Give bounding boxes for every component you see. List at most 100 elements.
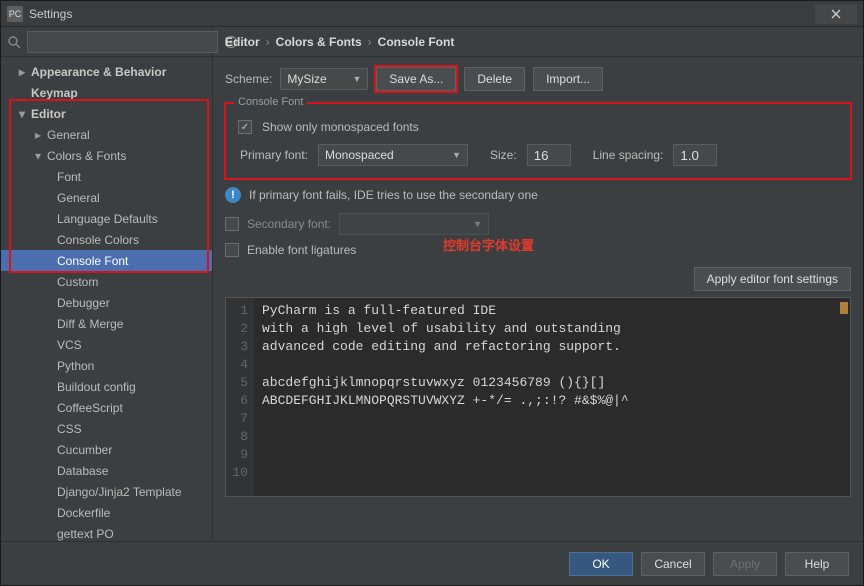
info-icon: ! <box>225 187 241 203</box>
search-row <box>1 27 212 57</box>
sidebar-item-label: Database <box>57 464 108 478</box>
sidebar-item-console-font[interactable]: Console Font <box>1 250 212 271</box>
breadcrumb-colors-fonts[interactable]: Colors & Fonts <box>276 35 362 49</box>
ligatures-checkbox[interactable] <box>225 243 239 257</box>
sidebar-item-editor[interactable]: ▾Editor <box>1 103 212 124</box>
delete-button[interactable]: Delete <box>464 67 525 91</box>
line-number: 1 <box>226 302 248 320</box>
line-number: 6 <box>226 392 248 410</box>
sidebar-item-label: Colors & Fonts <box>47 149 126 163</box>
save-as-button[interactable]: Save As... <box>376 67 456 91</box>
apply-button[interactable]: Apply <box>713 552 777 576</box>
info-row: ! If primary font fails, IDE tries to us… <box>213 187 863 211</box>
sidebar-item-label: Editor <box>31 107 66 121</box>
console-font-group: Console Font ✓ Show only monospaced font… <box>225 103 851 179</box>
show-monospaced-checkbox[interactable]: ✓ <box>238 120 252 134</box>
secondary-font-select[interactable]: ▼ <box>339 213 489 235</box>
scheme-value: MySize <box>287 72 326 86</box>
sidebar-item-colors-fonts[interactable]: ▾Colors & Fonts <box>1 145 212 166</box>
secondary-font-checkbox[interactable] <box>225 217 239 231</box>
sidebar-item-css[interactable]: CSS <box>1 418 212 439</box>
show-monospaced-label: Show only monospaced fonts <box>262 120 419 134</box>
ligatures-label: Enable font ligatures <box>247 243 356 257</box>
sidebar-item-label: Appearance & Behavior <box>31 65 166 79</box>
chevron-down-icon: ▾ <box>35 149 45 163</box>
sidebar-item-general2[interactable]: General <box>1 187 212 208</box>
preview-line: with a high level of usability and outst… <box>262 321 621 336</box>
size-input[interactable] <box>527 144 571 166</box>
sidebar-item-dockerfile[interactable]: Dockerfile <box>1 502 212 523</box>
sidebar-item-label: Dockerfile <box>57 506 110 520</box>
line-spacing-label: Line spacing: <box>593 148 664 162</box>
line-spacing-input[interactable] <box>673 144 717 166</box>
preview-gutter: 1 2 3 4 5 6 7 8 9 10 <box>226 298 254 496</box>
ok-button[interactable]: OK <box>569 552 633 576</box>
preview-line: advanced code editing and refactoring su… <box>262 339 621 354</box>
settings-tree[interactable]: ▸Appearance & Behavior Keymap ▾Editor ▸G… <box>1 57 212 541</box>
apply-editor-font-button[interactable]: Apply editor font settings <box>694 267 851 291</box>
chevron-down-icon: ▼ <box>473 219 482 229</box>
sidebar-item-python[interactable]: Python <box>1 355 212 376</box>
sidebar-item-label: Console Colors <box>57 233 139 247</box>
dialog-footer: OK Cancel Apply Help <box>1 541 863 585</box>
ligatures-row: Enable font ligatures <box>213 241 863 263</box>
sidebar-item-buildout[interactable]: Buildout config <box>1 376 212 397</box>
chevron-right-icon: › <box>266 35 270 49</box>
sidebar-item-label: General <box>47 128 90 142</box>
line-number: 2 <box>226 320 248 338</box>
chevron-down-icon: ▾ <box>19 107 29 121</box>
help-button[interactable]: Help <box>785 552 849 576</box>
breadcrumb-console-font: Console Font <box>378 35 455 49</box>
primary-font-select[interactable]: Monospaced ▼ <box>318 144 468 166</box>
sidebar-item-custom[interactable]: Custom <box>1 271 212 292</box>
sidebar: ▸Appearance & Behavior Keymap ▾Editor ▸G… <box>1 27 213 541</box>
window-close-button[interactable] <box>815 4 857 24</box>
scheme-select[interactable]: MySize ▼ <box>280 68 368 90</box>
error-stripe-marker[interactable] <box>840 302 848 314</box>
breadcrumb-editor[interactable]: Editor <box>225 35 260 49</box>
primary-font-label: Primary font: <box>238 148 308 162</box>
sidebar-item-label: Cucumber <box>57 443 112 457</box>
preview-line: ABCDEFGHIJKLMNOPQRSTUVWXYZ +-*/= .,;:!? … <box>262 393 629 408</box>
sidebar-item-vcs[interactable]: VCS <box>1 334 212 355</box>
button-label: Cancel <box>654 557 691 571</box>
sidebar-item-general[interactable]: ▸General <box>1 124 212 145</box>
sidebar-item-coffeescript[interactable]: CoffeeScript <box>1 397 212 418</box>
button-label: Apply editor font settings <box>707 272 838 286</box>
annotation-text: 控制台字体设置 <box>443 235 534 254</box>
sidebar-item-font[interactable]: Font <box>1 166 212 187</box>
sidebar-item-label: CoffeeScript <box>57 401 123 415</box>
sidebar-item-label: Buildout config <box>57 380 136 394</box>
secondary-font-row: Secondary font: ▼ <box>213 211 863 241</box>
chevron-down-icon: ▼ <box>452 150 461 160</box>
sidebar-item-label: Debugger <box>57 296 110 310</box>
preview-line: abcdefghijklmnopqrstuvwxyz 0123456789 ()… <box>262 375 605 390</box>
sidebar-item-appearance[interactable]: ▸Appearance & Behavior <box>1 61 212 82</box>
sidebar-item-console-colors[interactable]: Console Colors <box>1 229 212 250</box>
sidebar-item-gettext[interactable]: gettext PO <box>1 523 212 541</box>
sidebar-item-debugger[interactable]: Debugger <box>1 292 212 313</box>
settings-window: PC Settings ▸Appearance & Behavior Keyma… <box>0 0 864 586</box>
sidebar-item-label: Custom <box>57 275 98 289</box>
titlebar: PC Settings <box>1 1 863 27</box>
preview-code[interactable]: PyCharm is a full-featured IDE with a hi… <box>254 298 850 496</box>
sidebar-item-cucumber[interactable]: Cucumber <box>1 439 212 460</box>
search-input[interactable] <box>27 31 218 53</box>
sidebar-item-label: Console Font <box>57 254 128 268</box>
sidebar-item-label: CSS <box>57 422 82 436</box>
sidebar-item-keymap[interactable]: Keymap <box>1 82 212 103</box>
sidebar-item-django[interactable]: Django/Jinja2 Template <box>1 481 212 502</box>
sidebar-item-diff-merge[interactable]: Diff & Merge <box>1 313 212 334</box>
chevron-right-icon: ▸ <box>35 128 45 142</box>
sidebar-item-database[interactable]: Database <box>1 460 212 481</box>
chevron-right-icon: ▸ <box>19 65 29 79</box>
font-preview: 1 2 3 4 5 6 7 8 9 10 PyCharm is a full-f… <box>225 297 851 497</box>
preview-line: PyCharm is a full-featured IDE <box>262 303 496 318</box>
import-button[interactable]: Import... <box>533 67 603 91</box>
sidebar-item-label: General <box>57 191 100 205</box>
line-number: 5 <box>226 374 248 392</box>
sidebar-item-language-defaults[interactable]: Language Defaults <box>1 208 212 229</box>
cancel-button[interactable]: Cancel <box>641 552 705 576</box>
search-icon <box>7 34 21 50</box>
close-icon <box>831 9 841 19</box>
